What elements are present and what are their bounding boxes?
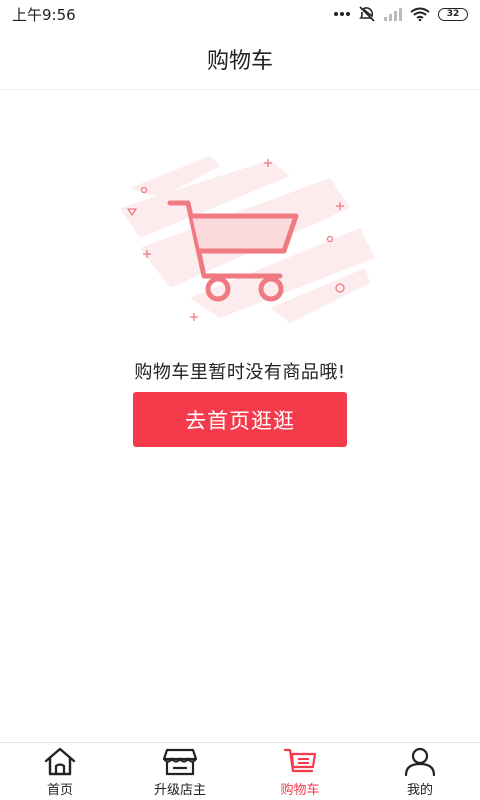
tab-upgrade-store[interactable]: 升级店主 bbox=[120, 743, 240, 800]
empty-cart-illustration bbox=[120, 156, 375, 323]
tab-cart-label: 购物车 bbox=[280, 783, 320, 798]
signal-icon bbox=[384, 8, 402, 21]
alarm-off-icon bbox=[359, 6, 375, 22]
battery-indicator: 32 bbox=[438, 7, 468, 21]
go-to-home-button[interactable]: 去首页逛逛 bbox=[133, 392, 347, 447]
tab-mine-label: 我的 bbox=[406, 783, 433, 798]
status-bar: 上午9:56 32 bbox=[0, 0, 480, 28]
tab-cart[interactable]: 购物车 bbox=[240, 743, 360, 800]
page-title: 购物车 bbox=[206, 48, 273, 74]
wifi-icon bbox=[410, 7, 430, 21]
empty-cart-message: 购物车里暂时没有商品哦! bbox=[134, 362, 346, 383]
home-icon bbox=[44, 747, 76, 776]
user-icon bbox=[404, 747, 436, 777]
cart-icon bbox=[283, 748, 317, 773]
tab-upgrade-store-label: 升级店主 bbox=[153, 783, 206, 798]
store-icon bbox=[162, 748, 198, 776]
more-dots-icon bbox=[334, 12, 350, 16]
tab-mine[interactable]: 我的 bbox=[360, 743, 480, 800]
bottom-tab-bar: 首页 升级店主 购物车 我的 bbox=[0, 742, 480, 800]
tab-home-label: 首页 bbox=[46, 783, 73, 798]
status-icons: 32 bbox=[334, 6, 468, 22]
status-time: 上午9:56 bbox=[12, 5, 76, 24]
tab-home[interactable]: 首页 bbox=[0, 743, 120, 800]
page-header: 购物车 bbox=[0, 28, 480, 90]
